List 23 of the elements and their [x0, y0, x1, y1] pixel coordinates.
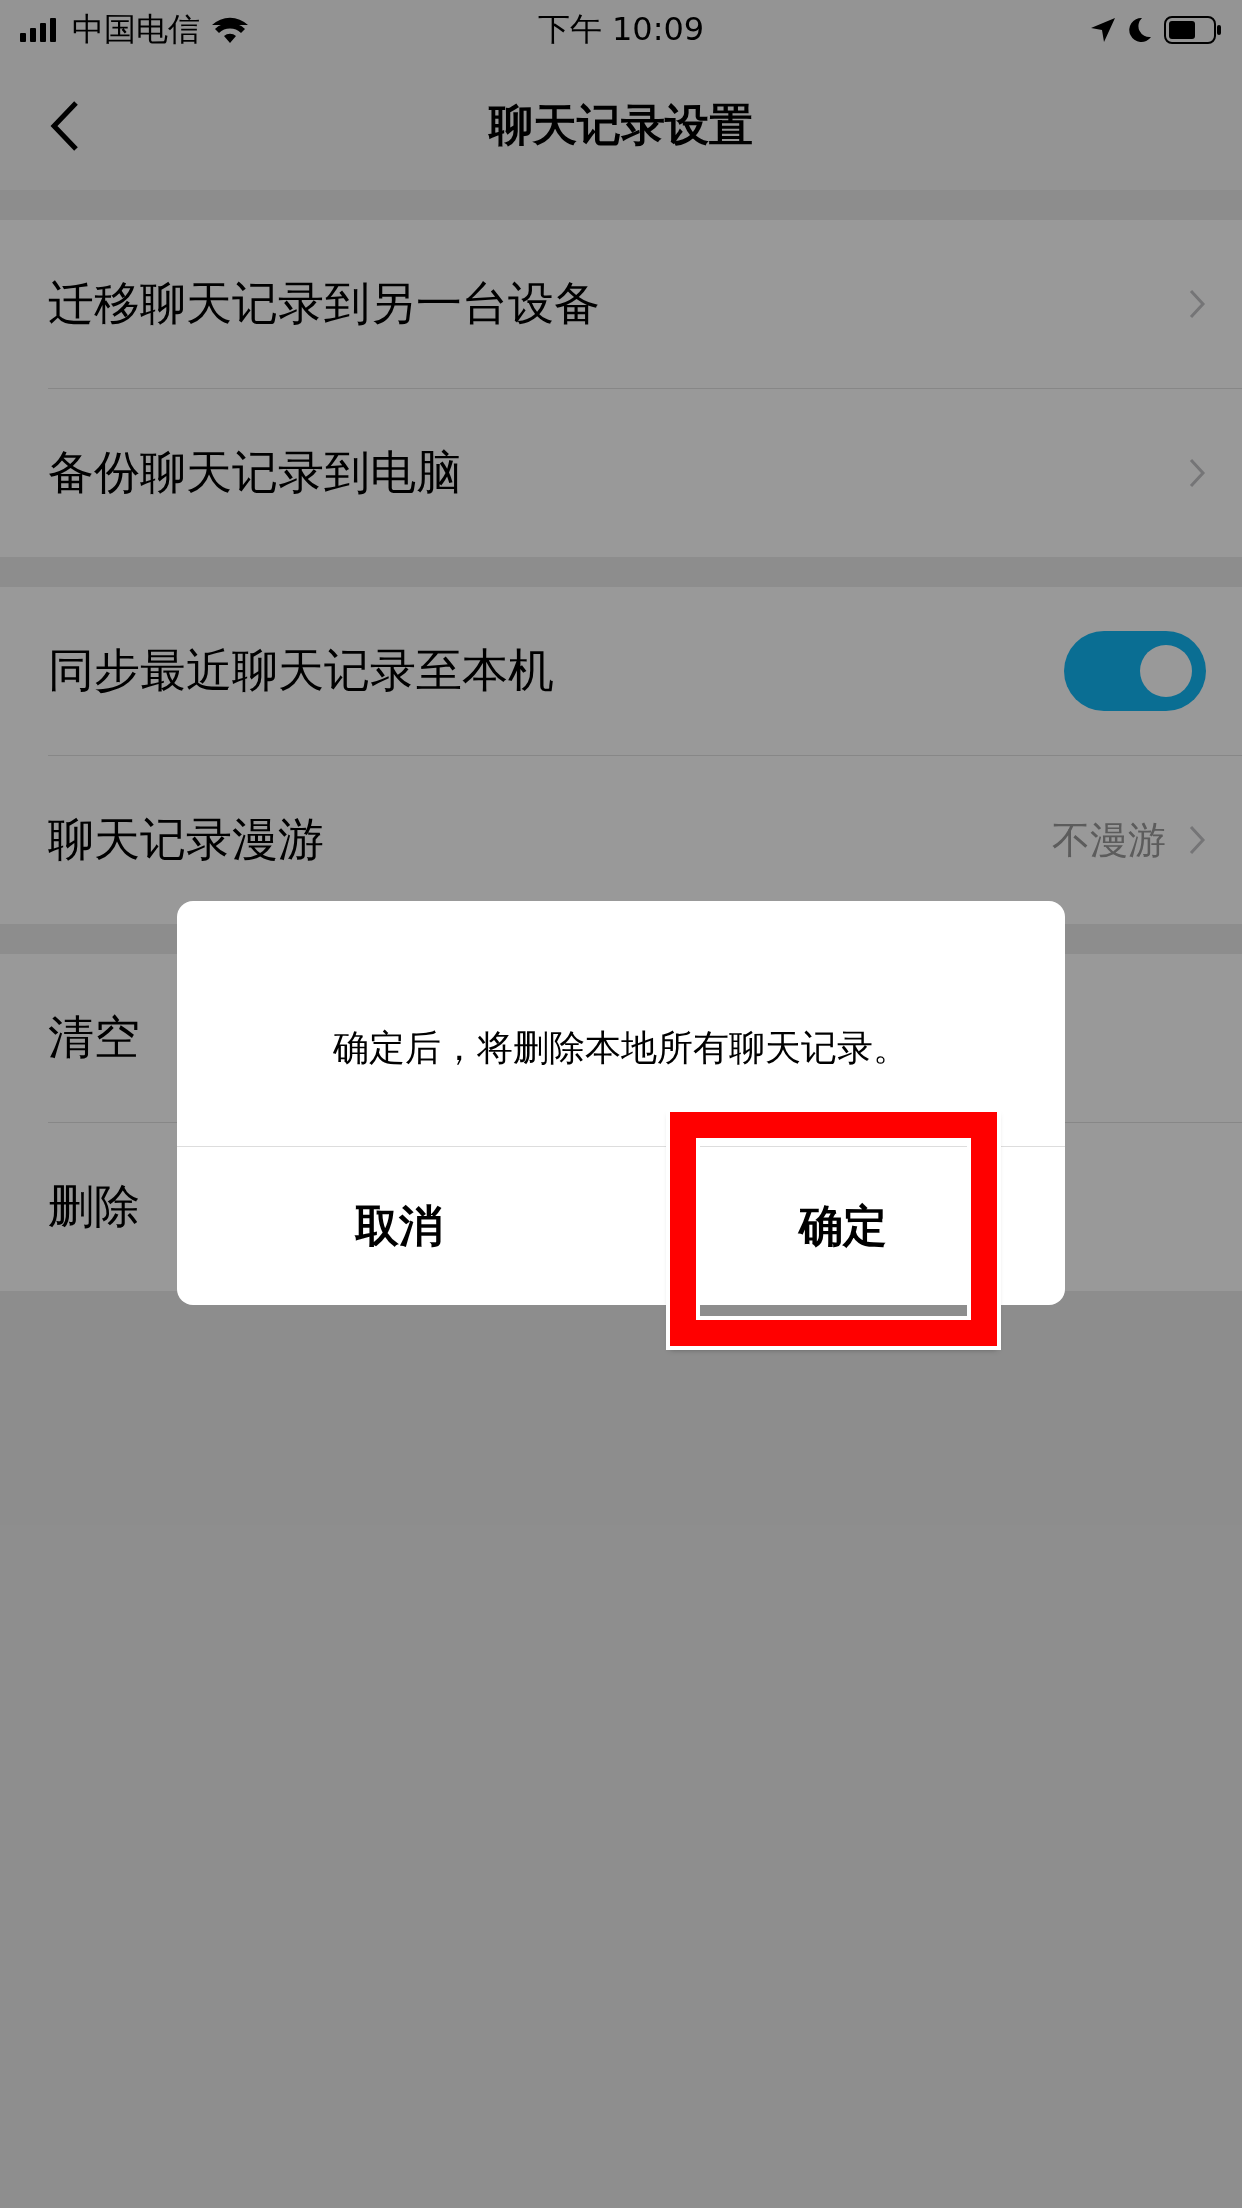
row-label: 迁移聊天记录到另一台设备	[48, 275, 600, 332]
row-label: 清空	[48, 1009, 140, 1066]
settings-row[interactable]: 迁移聊天记录到另一台设备	[48, 220, 1242, 389]
location-icon	[1090, 17, 1116, 43]
back-icon[interactable]	[50, 100, 80, 152]
chevron-icon	[1188, 457, 1206, 489]
status-time: 下午 10:09	[537, 9, 705, 50]
chevron-icon	[1188, 824, 1206, 856]
battery-icon	[1164, 16, 1222, 44]
dialog-button[interactable]: 取消	[177, 1147, 621, 1305]
carrier-name: 中国电信	[72, 9, 200, 50]
chevron-icon	[1188, 288, 1206, 320]
dialog-button[interactable]: 确定	[621, 1147, 1065, 1305]
settings-row[interactable]: 同步最近聊天记录至本机	[48, 587, 1242, 756]
settings-row[interactable]: 备份聊天记录到电脑	[48, 389, 1242, 557]
wifi-icon	[212, 17, 248, 43]
dialog-message: 确定后，将删除本地所有聊天记录。	[177, 901, 1065, 1147]
page-title: 聊天记录设置	[489, 97, 753, 152]
row-label: 聊天记录漫游	[48, 811, 324, 868]
row-label: 同步最近聊天记录至本机	[48, 642, 554, 699]
row-value: 不漫游	[1052, 816, 1166, 864]
row-label: 备份聊天记录到电脑	[48, 444, 462, 501]
moon-icon	[1128, 17, 1152, 43]
